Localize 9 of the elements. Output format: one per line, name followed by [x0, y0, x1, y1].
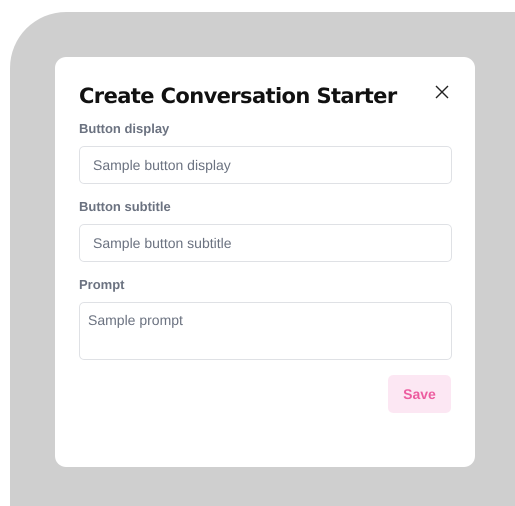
field-label: Prompt: [79, 277, 126, 293]
field-label: Button display: [79, 121, 170, 137]
input-field[interactable]: Sample button display: [79, 146, 452, 184]
close-icon: [435, 85, 449, 99]
input-field[interactable]: Sample button subtitle: [79, 224, 452, 262]
dialog-title: Create Conversation Starter: [79, 84, 397, 108]
close-button[interactable]: [433, 83, 451, 101]
prompt-field[interactable]: Sample prompt: [79, 302, 452, 360]
field-label: Button subtitle: [79, 199, 172, 215]
